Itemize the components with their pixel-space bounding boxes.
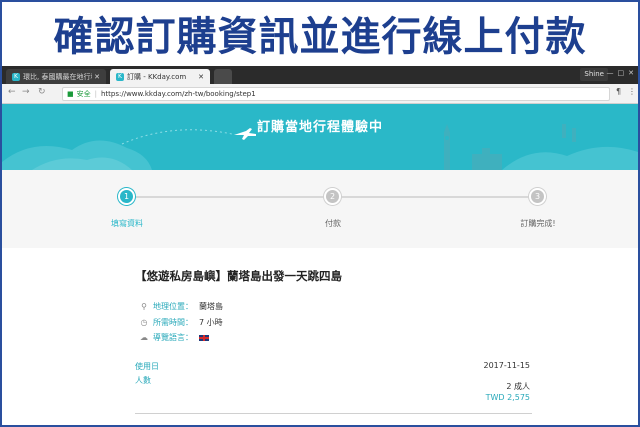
- info-value: 蘭塔島: [199, 302, 223, 311]
- step-2-indicator: 2: [324, 188, 341, 205]
- hero-title: 訂購當地行程體驗中: [256, 120, 383, 135]
- info-location: ⚲ 地理位置： 蘭塔島: [139, 301, 223, 312]
- new-tab-button[interactable]: [214, 69, 232, 84]
- close-window-icon[interactable]: ✕: [628, 69, 634, 77]
- title-banner: 確認訂購資訊並進行線上付款: [0, 0, 640, 66]
- forward-icon[interactable]: →: [22, 87, 30, 97]
- browser-tab-strip: K 環比, 泰國購最在地行程 ✕ K 訂購 - KKday.com ✕ Shin…: [2, 66, 638, 84]
- hero-decoration: [2, 124, 638, 170]
- url-text: https://www.kkday.com/zh-tw/booking/step…: [100, 90, 256, 98]
- secure-label: 安全: [76, 90, 91, 98]
- chat-icon: ☁: [140, 333, 148, 342]
- menu-icon[interactable]: ⋮: [628, 87, 636, 96]
- step-2-label: 付款: [325, 219, 341, 228]
- tab-label: 環比, 泰國購最在地行程: [23, 72, 93, 81]
- kkday-favicon-icon: K: [12, 72, 20, 81]
- url-separator: |: [94, 90, 97, 98]
- info-label: 地理位置：: [153, 302, 193, 311]
- close-icon[interactable]: ✕: [94, 73, 100, 81]
- clock-icon: ◷: [140, 318, 148, 327]
- use-date-label: 使用日: [135, 362, 159, 371]
- booking-content: 【悠遊私房島嶼】蘭塔島出發一天跳四島 ⚲ 地理位置： 蘭塔島 ◷ 所需時間： 7…: [2, 248, 638, 425]
- people-label: 人數: [135, 376, 151, 385]
- info-label: 所需時間：: [153, 318, 193, 327]
- step-connector: [135, 196, 330, 198]
- minimize-icon[interactable]: —: [607, 69, 614, 77]
- tab-label: 訂購 - KKday.com: [127, 72, 187, 81]
- step-3-indicator: 3: [529, 188, 546, 205]
- people-value: 2 成人: [506, 382, 530, 391]
- booking-stepper: 1 2 3 填寫資料 付款 訂購完成!: [2, 170, 638, 248]
- use-date-value: 2017-11-15: [483, 361, 531, 370]
- info-duration: ◷ 所需時間： 7 小時: [139, 317, 223, 328]
- product-title: 【悠遊私房島嶼】蘭塔島出發一天跳四島: [135, 269, 342, 283]
- back-icon[interactable]: ←: [8, 87, 16, 97]
- info-value: 7 小時: [199, 318, 223, 327]
- uk-flag-icon: [199, 334, 209, 341]
- lock-icon: ■: [67, 90, 74, 98]
- kkday-favicon-icon: K: [116, 72, 124, 81]
- address-toolbar: ← → ↻ ■ 安全 | https://www.kkday.com/zh-tw…: [2, 84, 638, 104]
- step-3-label: 訂購完成!: [520, 219, 556, 228]
- pin-icon[interactable]: ¶: [616, 87, 621, 96]
- info-label: 導覽語言：: [153, 333, 193, 342]
- close-icon[interactable]: ✕: [198, 73, 204, 81]
- banner-title: 確認訂購資訊並進行線上付款: [53, 13, 587, 60]
- browser-tab-2[interactable]: K 訂購 - KKday.com ✕: [110, 69, 210, 84]
- browser-tab-1[interactable]: K 環比, 泰國購最在地行程 ✕: [6, 69, 106, 84]
- step-1-indicator: 1: [118, 188, 135, 205]
- reload-icon[interactable]: ↻: [38, 87, 46, 97]
- booking-hero: 訂購當地行程體驗中: [2, 104, 638, 170]
- section-divider: [135, 413, 532, 414]
- profile-button[interactable]: Shine: [580, 68, 608, 81]
- info-language: ☁ 導覽語言：: [139, 332, 209, 343]
- url-input[interactable]: ■ 安全 | https://www.kkday.com/zh-tw/booki…: [62, 87, 610, 101]
- step-1-label: 填寫資料: [111, 219, 143, 228]
- window-controls: — □ ✕: [607, 69, 635, 77]
- maximize-icon[interactable]: □: [618, 69, 625, 77]
- price-value: TWD 2,575: [485, 393, 530, 402]
- step-connector: [338, 196, 533, 198]
- map-pin-icon: ⚲: [141, 302, 147, 311]
